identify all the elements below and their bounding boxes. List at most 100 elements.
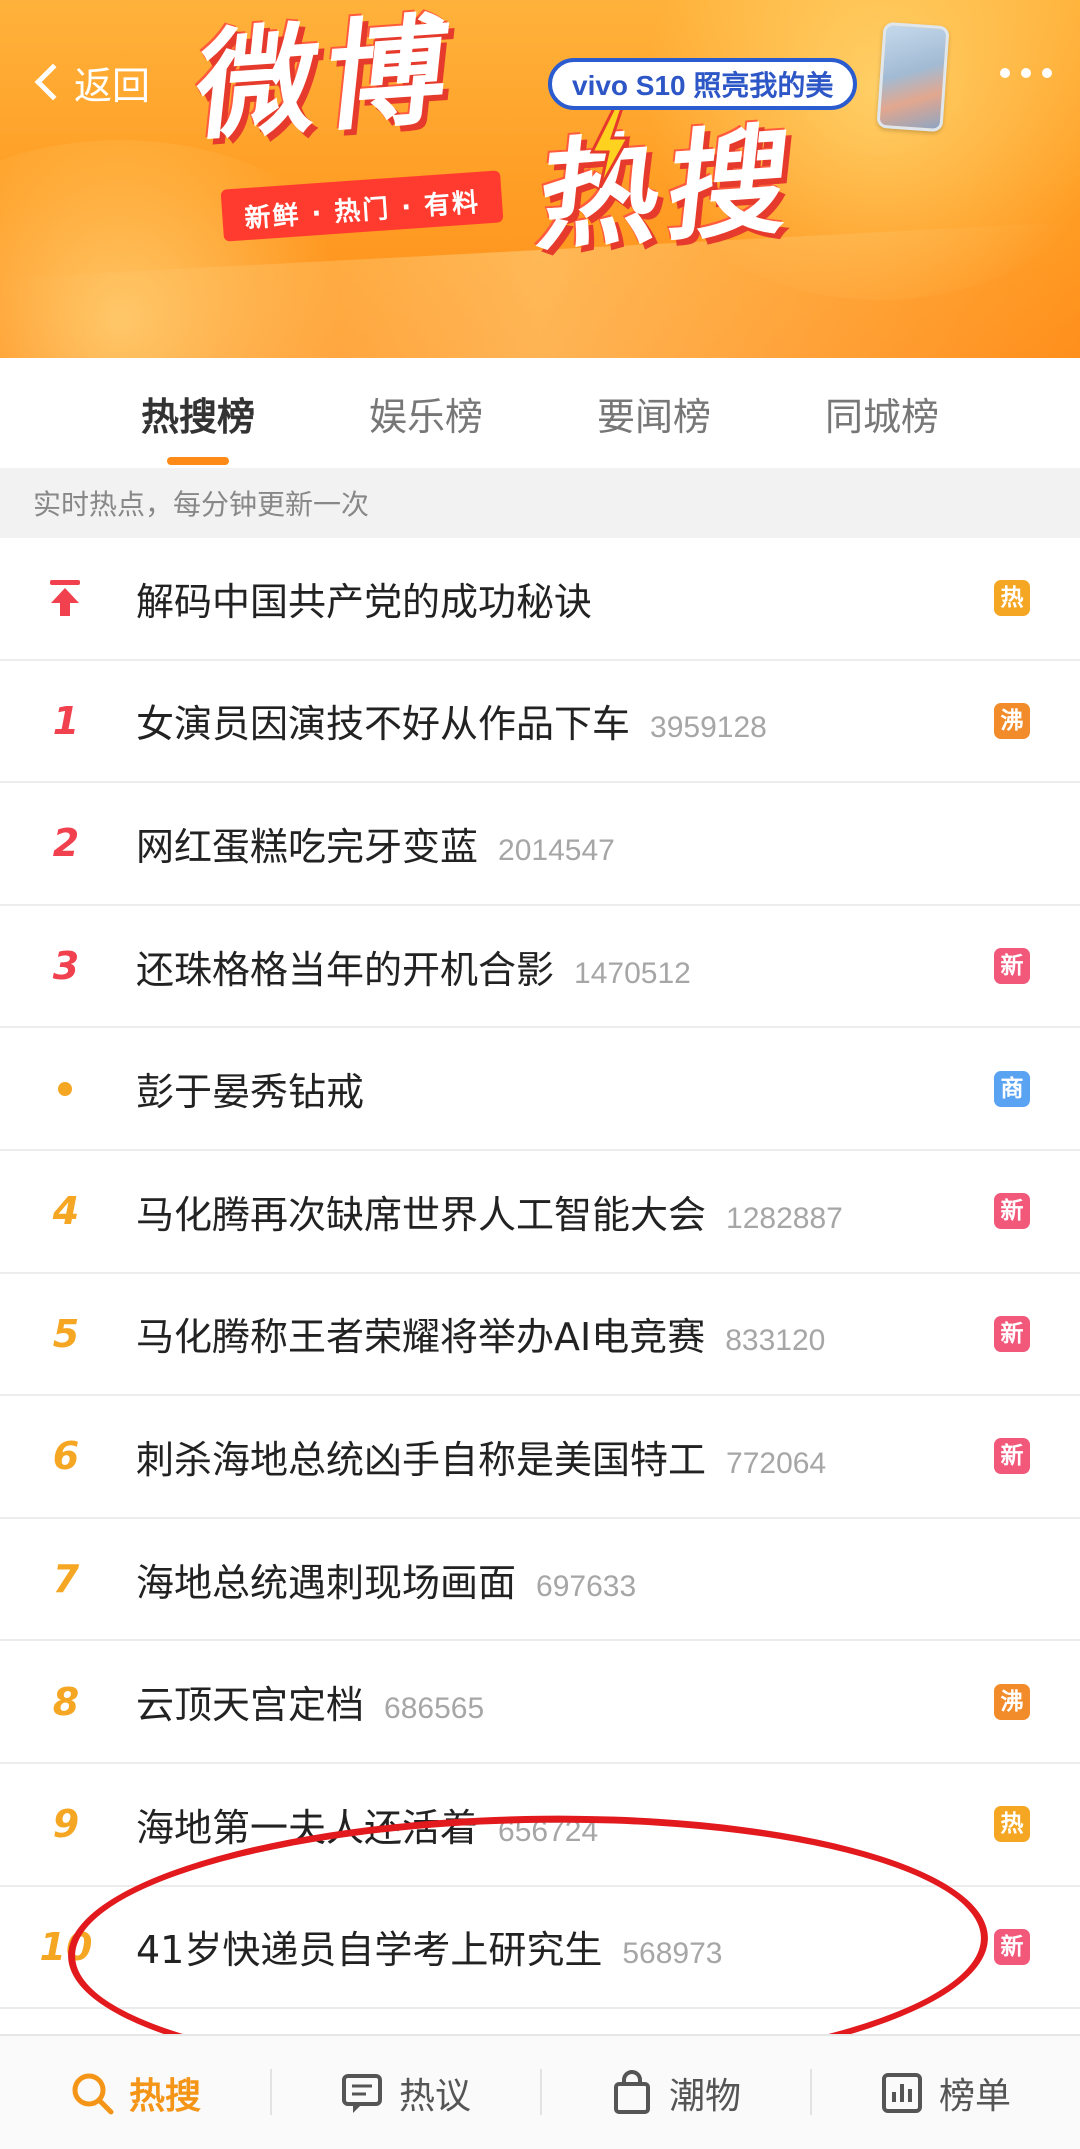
nav-label: 热议 [398, 2075, 471, 2117]
update-hint: 实时热点，每分钟更新一次 [0, 468, 1080, 538]
chevron-left-icon [34, 63, 72, 101]
lightning-icon [589, 108, 631, 188]
item-title: 云顶天宫定档 686565 [136, 1674, 484, 1729]
heat-count: 697633 [536, 1569, 637, 1603]
new-badge: 新 [994, 1438, 1030, 1475]
hot-badge: 热 [994, 580, 1030, 617]
new-badge: 新 [994, 1193, 1030, 1230]
rank-number: 7 [52, 1557, 80, 1602]
tab-entertainment[interactable]: 娱乐榜 [312, 386, 540, 441]
new-badge: 新 [994, 1315, 1030, 1352]
back-label: 返回 [74, 65, 151, 108]
item-title: 女演员因演技不好从作品下车 3959128 [136, 693, 767, 748]
more-dots-icon [1000, 68, 1010, 78]
rank-number: 3 [52, 944, 80, 989]
boiling-badge: 沸 [994, 702, 1030, 739]
rank-number: 6 [52, 1434, 80, 1479]
item-title: 解码中国共产党的成功秘诀 [136, 571, 592, 626]
ad-banner[interactable]: vivo S10 照亮我的美 [548, 58, 858, 110]
ad-badge: 商 [994, 1070, 1030, 1107]
item-title: 网红蛋糕吃完牙变蓝 2014547 [136, 816, 615, 871]
heat-count: 1470512 [574, 956, 691, 990]
heat-count: 1282887 [726, 1201, 843, 1235]
list-item[interactable]: 7 海地总统遇刺现场画面 697633 [0, 1519, 1080, 1642]
rank-number: 2 [52, 821, 80, 866]
tab-news[interactable]: 要闻榜 [540, 386, 768, 441]
more-button[interactable] [1000, 68, 1052, 78]
rank-number: 10 [39, 1924, 93, 1969]
nav-label: 热搜 [128, 2075, 201, 2117]
tab-hot-search[interactable]: 热搜榜 [84, 386, 312, 465]
nav-label: 潮物 [668, 2075, 741, 2117]
new-badge: 新 [994, 1928, 1030, 1965]
list-item[interactable]: 8 云顶天宫定档 686565 沸 [0, 1641, 1080, 1764]
rank-number: 1 [52, 698, 80, 743]
rank-number: 8 [52, 1679, 80, 1724]
item-title-text: 还珠格格当年的开机合影 [136, 947, 555, 992]
nav-label: 榜单 [938, 2075, 1011, 2117]
item-title: 海地第一夫人还活着 656724 [136, 1797, 598, 1852]
rank-number: 4 [52, 1189, 80, 1234]
item-title: 还珠格格当年的开机合影 1470512 [136, 939, 691, 994]
item-title-text: 刺杀海地总统凶手自称是美国特工 [136, 1437, 707, 1482]
bar-chart-icon [881, 2072, 922, 2113]
item-title-text: 马化腾再次缺席世界人工智能大会 [136, 1192, 707, 1237]
item-title-text: 海地第一夫人还活着 [136, 1805, 479, 1850]
list-item[interactable]: 10 41岁快递员自学考上研究生 568973 新 [0, 1887, 1080, 2010]
heat-count: 656724 [498, 1814, 599, 1848]
item-title: 马化腾再次缺席世界人工智能大会 1282887 [136, 1184, 843, 1239]
heat-count: 3959128 [650, 711, 767, 745]
item-title-text: 彭于晏秀钻戒 [136, 1070, 365, 1115]
heat-count: 772064 [726, 1446, 827, 1480]
rank-number: 9 [52, 1802, 80, 1847]
item-title-text: 云顶天宫定档 [136, 1683, 365, 1728]
new-badge: 新 [994, 948, 1030, 985]
list-item[interactable]: 1 女演员因演技不好从作品下车 3959128 沸 [0, 661, 1080, 784]
rank-number: 5 [52, 1311, 80, 1356]
nav-rankings[interactable]: 榜单 [810, 2035, 1080, 2149]
pin-top-icon [50, 580, 80, 617]
header-banner: 返回 微博 热搜 新鲜 · 热门 · 有料 vivo S10 照亮我的美 [0, 0, 1080, 358]
list-item[interactable]: 6 刺杀海地总统凶手自称是美国特工 772064 新 [0, 1396, 1080, 1519]
boiling-badge: 沸 [994, 1683, 1030, 1720]
dot-icon [58, 1081, 72, 1096]
item-title-text: 海地总统遇刺现场画面 [136, 1560, 517, 1605]
list-item[interactable]: 2 网红蛋糕吃完牙变蓝 2014547 [0, 783, 1080, 906]
item-title: 马化腾称王者荣耀将举办AI电竞赛 833120 [136, 1306, 825, 1361]
item-title: 海地总统遇刺现场画面 697633 [136, 1552, 636, 1607]
nav-discussion[interactable]: 热议 [270, 2035, 540, 2149]
list-item[interactable]: 解码中国共产党的成功秘诀 热 [0, 538, 1080, 661]
heat-count: 833120 [725, 1324, 826, 1358]
item-title-text: 马化腾称王者荣耀将举办AI电竞赛 [136, 1315, 706, 1360]
list-item[interactable]: 9 海地第一夫人还活着 656724 热 [0, 1764, 1080, 1887]
back-button[interactable]: 返回 [28, 52, 150, 112]
nav-trendy[interactable]: 潮物 [540, 2035, 810, 2149]
item-title: 刺杀海地总统凶手自称是美国特工 772064 [136, 1429, 826, 1484]
item-title: 彭于晏秀钻戒 [136, 1061, 364, 1116]
list-item[interactable]: 5 马化腾称王者荣耀将举办AI电竞赛 833120 新 [0, 1274, 1080, 1397]
logo-title-line1: 微博 [189, 1, 463, 158]
bottom-nav: 热搜 热议 潮物 榜单 [0, 2034, 1080, 2149]
list-item[interactable]: 3 还珠格格当年的开机合影 1470512 新 [0, 906, 1080, 1029]
tab-local[interactable]: 同城榜 [768, 386, 996, 441]
heat-count: 568973 [622, 1937, 723, 1971]
nav-hot-search[interactable]: 热搜 [0, 2035, 270, 2149]
item-title: 41岁快递员自学考上研究生 568973 [136, 1919, 722, 1974]
category-tabs: 热搜榜 娱乐榜 要闻榜 同城榜 [0, 358, 1080, 468]
hot-search-list: 解码中国共产党的成功秘诀 热 1 女演员因演技不好从作品下车 3959128 沸 … [0, 538, 1080, 2010]
item-title-text: 解码中国共产党的成功秘诀 [136, 579, 593, 624]
heat-count: 2014547 [498, 833, 615, 867]
heat-count: 686565 [384, 1692, 485, 1726]
shopping-bag-icon [613, 2069, 650, 2114]
weibo-hot-search-page: 返回 微博 热搜 新鲜 · 热门 · 有料 vivo S10 照亮我的美 热搜榜… [0, 0, 1080, 2149]
phone-ad-image[interactable] [876, 21, 950, 133]
list-item[interactable]: 4 马化腾再次缺席世界人工智能大会 1282887 新 [0, 1151, 1080, 1274]
logo-title-line2: 热搜 [531, 111, 805, 268]
item-title-text: 41岁快递员自学考上研究生 [136, 1928, 603, 1973]
comment-icon [341, 2073, 382, 2113]
list-item[interactable]: 彭于晏秀钻戒 商 [0, 1028, 1080, 1151]
search-icon [72, 2073, 114, 2114]
hot-badge: 热 [994, 1806, 1030, 1843]
more-dots-icon [1042, 68, 1052, 78]
more-dots-icon [1021, 68, 1031, 78]
